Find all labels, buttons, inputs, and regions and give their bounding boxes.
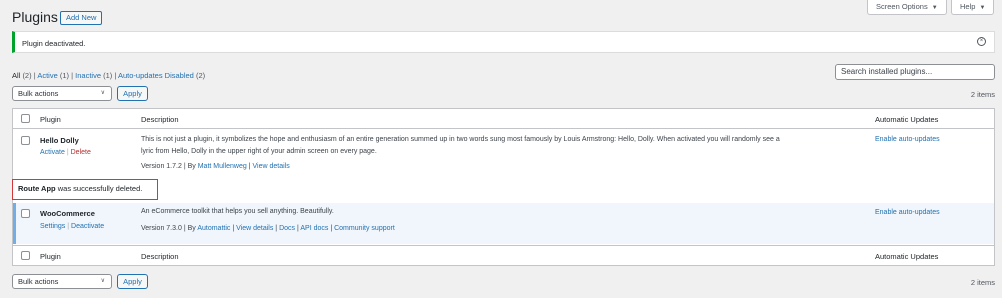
plugin-checkbox[interactable] <box>21 136 30 145</box>
api-docs-link[interactable]: API docs <box>300 225 328 232</box>
filter-auto-updates-disabled-count: (2) <box>195 71 206 80</box>
chevron-down-icon: ∨ <box>100 90 105 96</box>
column-plugin[interactable]: Plugin <box>40 252 61 261</box>
plugin-by: By <box>187 225 196 232</box>
filter-all[interactable]: All <box>12 71 20 80</box>
plugin-filters: All (2) | Active (1) | Inactive (1) | Au… <box>12 71 206 80</box>
plugin-checkbox[interactable] <box>21 209 30 218</box>
filter-auto-updates-disabled[interactable]: Auto-updates Disabled <box>118 71 194 80</box>
plugin-description: This is not just a plugin, it symbolizes… <box>141 134 871 158</box>
plugin-title: Hello Dolly <box>40 136 79 145</box>
plugin-by: By <box>187 163 196 170</box>
author-link[interactable]: Automattic <box>197 225 230 232</box>
author-link[interactable]: Matt Mullenweg <box>198 163 247 170</box>
table-footer: Plugin Description Automatic Updates <box>13 245 994 266</box>
apply-button-top[interactable]: Apply <box>117 86 148 101</box>
table-row: Hello Dolly Activate | Delete This is no… <box>13 129 994 180</box>
deleted-plugin-notice: Route App was successfully deleted. <box>12 179 158 200</box>
view-details-link[interactable]: View details <box>252 163 289 170</box>
help-button[interactable]: Help ▼ <box>951 0 995 15</box>
deleted-plugin-name: Route App <box>18 184 56 193</box>
table-header: Plugin Description Automatic Updates <box>13 109 994 129</box>
delete-link[interactable]: Delete <box>71 149 91 156</box>
select-all-checkbox[interactable] <box>21 251 30 260</box>
item-count-bottom: 2 items <box>970 278 995 287</box>
plugin-version: Version 7.3.0 <box>141 225 182 232</box>
apply-button-bottom[interactable]: Apply <box>117 274 148 289</box>
plugin-description: An eCommerce toolkit that helps you sell… <box>141 208 334 215</box>
column-plugin[interactable]: Plugin <box>40 115 61 124</box>
bulk-actions-select-top[interactable]: Bulk actions ∨ <box>12 86 112 101</box>
plugin-title: WooCommerce <box>40 209 95 218</box>
filter-active[interactable]: Active <box>37 71 57 80</box>
deactivated-notice: Plugin deactivated. × <box>12 31 995 53</box>
add-new-button[interactable]: Add New <box>60 11 103 25</box>
search-input[interactable]: Search installed plugins... <box>835 64 995 80</box>
filter-inactive[interactable]: Inactive <box>75 71 101 80</box>
description-line: lyric from Hello, Dolly in the upper rig… <box>141 148 377 155</box>
bulk-actions-label: Bulk actions <box>18 277 59 286</box>
item-count-top: 2 items <box>970 90 995 99</box>
enable-auto-updates-link[interactable]: Enable auto-updates <box>875 136 940 143</box>
plugin-version: Version 1.7.2 <box>141 163 182 170</box>
bulk-actions-label: Bulk actions <box>18 89 59 98</box>
caret-down-icon: ▼ <box>931 5 938 11</box>
settings-link[interactable]: Settings <box>40 223 65 230</box>
community-support-link[interactable]: Community support <box>334 225 395 232</box>
plugins-table: Plugin Description Automatic Updates Hel… <box>12 108 995 266</box>
plugin-meta: Version 7.3.0 | By Automattic | View det… <box>141 225 395 232</box>
deleted-message: was successfully deleted. <box>57 184 143 193</box>
table-row-active: WooCommerce Settings | Deactivate An eCo… <box>13 203 994 244</box>
caret-down-icon: ▼ <box>979 5 986 11</box>
activate-link[interactable]: Activate <box>40 149 65 156</box>
screen-options-label: Screen Options <box>876 2 928 11</box>
bulk-actions-select-bottom[interactable]: Bulk actions ∨ <box>12 274 112 289</box>
description-line: This is not just a plugin, it symbolizes… <box>141 136 780 143</box>
notice-message: Plugin deactivated. <box>22 39 86 48</box>
column-description: Description <box>141 252 179 261</box>
plugin-meta: Version 1.7.2 | By Matt Mullenweg | View… <box>141 163 290 170</box>
page-title: Plugins <box>12 9 58 25</box>
column-description: Description <box>141 115 179 124</box>
column-auto-updates: Automatic Updates <box>875 252 939 261</box>
dismiss-icon[interactable]: × <box>977 37 986 46</box>
filter-inactive-count: (1) <box>103 71 113 80</box>
chevron-down-icon: ∨ <box>100 278 105 284</box>
row-actions: Settings | Deactivate <box>40 223 105 230</box>
filter-active-count: (1) <box>59 71 70 80</box>
deactivate-link[interactable]: Deactivate <box>71 223 104 230</box>
select-all-checkbox[interactable] <box>21 114 30 123</box>
filter-all-count: (2) <box>22 71 32 80</box>
column-auto-updates: Automatic Updates <box>875 115 939 124</box>
help-label: Help <box>960 2 976 11</box>
docs-link[interactable]: Docs <box>279 225 295 232</box>
row-actions: Activate | Delete <box>40 149 91 156</box>
screen-options-button[interactable]: Screen Options ▼ <box>867 0 947 15</box>
view-details-link[interactable]: View details <box>236 225 273 232</box>
enable-auto-updates-link[interactable]: Enable auto-updates <box>875 209 940 216</box>
